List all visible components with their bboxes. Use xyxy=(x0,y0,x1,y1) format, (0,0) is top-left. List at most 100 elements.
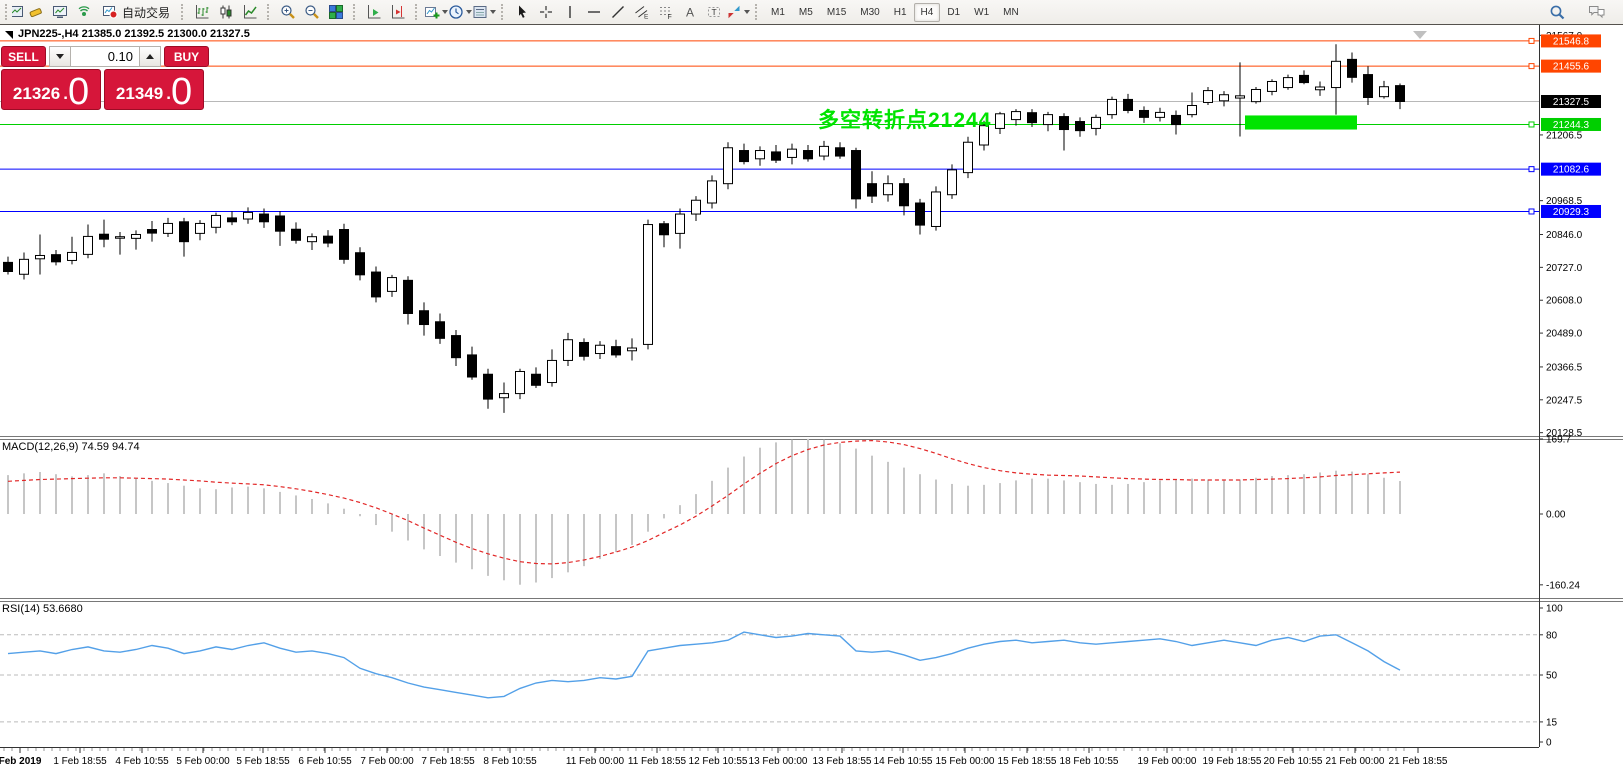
time-axis-label: 7 Feb 18:55 xyxy=(421,756,475,767)
one-click-trading-panel: SELL BUY 21326.0 21349.0 xyxy=(1,46,209,110)
chart-canvas[interactable]: 21567.021206.520968.520846.020727.020608… xyxy=(0,0,1623,771)
channel-button[interactable]: E xyxy=(630,1,654,23)
new-order-button[interactable] xyxy=(24,1,48,23)
zoom-out-button[interactable] xyxy=(300,1,324,23)
search-button[interactable] xyxy=(1545,1,1569,23)
zoom-in-button[interactable] xyxy=(276,1,300,23)
dropdown-arrow-icon xyxy=(744,10,750,14)
timeframe-button-MN[interactable]: MN xyxy=(996,3,1026,22)
volume-spinner xyxy=(49,46,161,67)
bar-chart-button[interactable] xyxy=(190,1,214,23)
toolbar-group-grip[interactable] xyxy=(267,4,272,20)
tile-windows-button[interactable] xyxy=(324,1,348,23)
svg-text:20727.0: 20727.0 xyxy=(1546,263,1583,274)
candlestick-series xyxy=(4,44,1405,413)
terminal-button[interactable] xyxy=(48,1,72,23)
sell-button[interactable]: SELL xyxy=(1,46,46,67)
fibonacci-button[interactable]: F xyxy=(654,1,678,23)
volume-input[interactable] xyxy=(71,46,139,67)
templates-button[interactable] xyxy=(472,1,496,23)
price-line-label: 21327.5 xyxy=(1541,95,1601,108)
sell-price-display[interactable]: 21326.0 xyxy=(1,69,101,110)
toolbar-group-grip[interactable] xyxy=(501,4,506,20)
trendline-button[interactable] xyxy=(606,1,630,23)
time-axis-label: 4 Feb 10:55 xyxy=(115,756,169,767)
toolbar-right-icons xyxy=(1545,1,1623,23)
toolbar-group-grip[interactable] xyxy=(353,4,358,20)
price-line-label: 21546.8 xyxy=(1541,34,1601,47)
toolbar-group-grip[interactable] xyxy=(755,4,760,20)
timeframe-button-H1[interactable]: H1 xyxy=(887,3,914,22)
highlight-rectangle[interactable] xyxy=(1245,115,1357,129)
svg-text:20929.3: 20929.3 xyxy=(1553,207,1590,218)
periods-button[interactable] xyxy=(448,1,472,23)
svg-text:21082.6: 21082.6 xyxy=(1553,165,1590,176)
vertical-line-button[interactable] xyxy=(558,1,582,23)
dropdown-arrow-icon xyxy=(490,10,496,14)
svg-text:-160.24: -160.24 xyxy=(1546,580,1580,591)
time-axis-label: 11 Feb 00:00 xyxy=(566,756,625,767)
chart-shift-marker[interactable] xyxy=(1413,31,1427,39)
chat-button[interactable] xyxy=(1585,1,1609,23)
text-icon: A xyxy=(682,4,698,20)
line-chart-button[interactable] xyxy=(238,1,262,23)
timeframe-button-H4[interactable]: H4 xyxy=(914,3,941,22)
buy-price-pip: 0 xyxy=(171,77,192,108)
volume-increase-button[interactable] xyxy=(139,46,161,67)
crosshair-button[interactable] xyxy=(534,1,558,23)
time-axis-label: 21 Feb 18:55 xyxy=(1389,756,1448,767)
svg-text:0.00: 0.00 xyxy=(1546,510,1566,521)
templates-icon xyxy=(472,4,488,20)
sell-price-pip: 0 xyxy=(68,77,89,108)
clipped-button[interactable] xyxy=(12,1,24,23)
time-axis-label: 19 Feb 18:55 xyxy=(1203,756,1262,767)
timeframe-button-M30[interactable]: M30 xyxy=(853,3,886,22)
auto-trading-label: 自动交易 xyxy=(122,4,170,21)
cursor-button[interactable] xyxy=(510,1,534,23)
candlestick-chart-button[interactable] xyxy=(214,1,238,23)
horizontal-line-button[interactable] xyxy=(582,1,606,23)
svg-text:80: 80 xyxy=(1546,630,1558,641)
timeframe-button-M15[interactable]: M15 xyxy=(820,3,853,22)
macd-indicator-label: MACD(12,26,9) 74.59 94.74 xyxy=(2,441,140,453)
time-axis-label: 15 Feb 00:00 xyxy=(936,756,995,767)
timeframe-button-W1[interactable]: W1 xyxy=(967,3,996,22)
auto-scroll-button[interactable] xyxy=(362,1,386,23)
label-button[interactable]: T xyxy=(702,1,726,23)
rsi-indicator-label: RSI(14) 53.6680 xyxy=(2,603,83,615)
time-axis-label: 13 Feb 18:55 xyxy=(813,756,872,767)
horizontal-line-icon xyxy=(586,4,602,20)
svg-text:20489.0: 20489.0 xyxy=(1546,329,1583,340)
svg-text:F: F xyxy=(668,14,672,20)
sell-price-main: 21326 xyxy=(13,84,60,104)
price-axis[interactable]: 21567.021206.520968.520846.020727.020608… xyxy=(1539,24,1601,749)
time-axis-label: 11 Feb 18:55 xyxy=(628,756,687,767)
candlestick-chart-icon xyxy=(218,4,234,20)
toolbar-group-grip[interactable] xyxy=(5,4,10,20)
text-button[interactable]: A xyxy=(678,1,702,23)
time-axis-label: 6 Feb 10:55 xyxy=(298,756,352,767)
signals-icon xyxy=(76,4,92,20)
timeframe-button-M5[interactable]: M5 xyxy=(792,3,820,22)
buy-price-display[interactable]: 21349.0 xyxy=(104,69,204,110)
volume-decrease-button[interactable] xyxy=(49,46,71,67)
signals-button[interactable] xyxy=(72,1,96,23)
timeframe-button-D1[interactable]: D1 xyxy=(940,3,967,22)
toolbar-group-grip[interactable] xyxy=(415,4,420,20)
indicators-button[interactable] xyxy=(424,1,448,23)
bar-chart-icon xyxy=(194,4,210,20)
toolbar-group-grip[interactable] xyxy=(181,4,186,20)
timeframe-button-M1[interactable]: M1 xyxy=(764,3,792,22)
arrows-button[interactable] xyxy=(726,1,750,23)
zoom-in-icon xyxy=(280,4,296,20)
zoom-out-icon xyxy=(304,4,320,20)
auto-scroll-icon xyxy=(366,4,382,20)
time-axis-label: 1 Feb 18:55 xyxy=(53,756,107,767)
svg-text:21206.5: 21206.5 xyxy=(1546,130,1583,141)
chart-shift-button[interactable] xyxy=(386,1,410,23)
time-axis[interactable]: Feb 20191 Feb 18:554 Feb 10:555 Feb 00:0… xyxy=(0,748,1539,768)
auto-trading-button-button[interactable]: 自动交易 xyxy=(96,1,176,23)
time-axis-label: 5 Feb 00:00 xyxy=(176,756,230,767)
buy-button[interactable]: BUY xyxy=(164,46,209,67)
time-axis-label: 18 Feb 10:55 xyxy=(1060,756,1119,767)
